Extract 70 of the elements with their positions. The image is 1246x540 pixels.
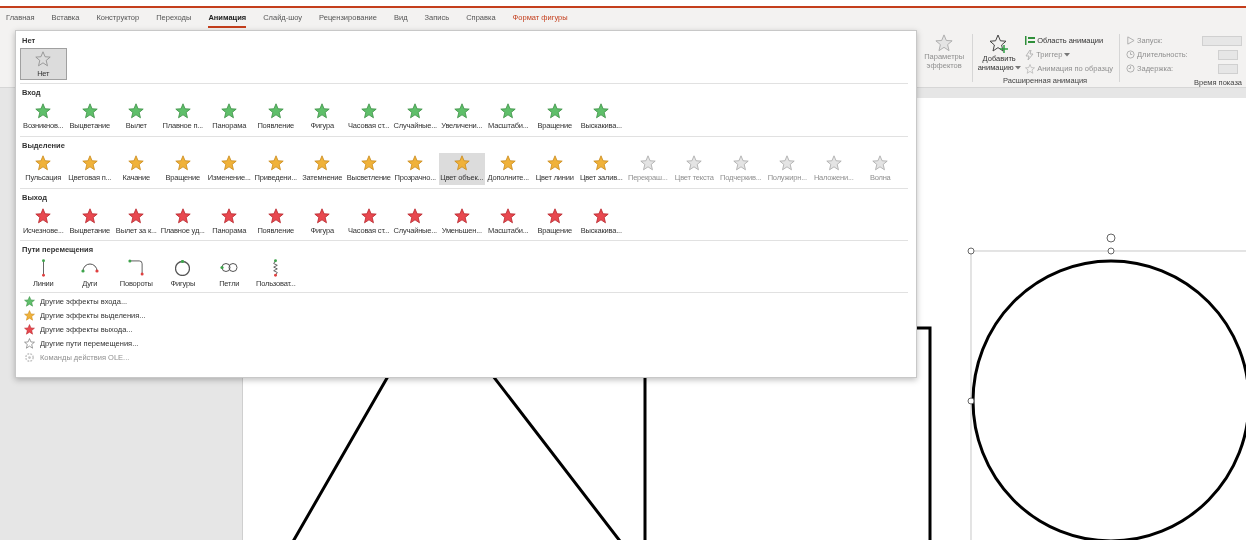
star-icon: [360, 207, 377, 224]
star-icon: [81, 207, 98, 224]
play-icon: [1126, 36, 1135, 45]
timing-field[interactable]: [1218, 49, 1238, 60]
star-icon: [35, 207, 52, 224]
star-icon: [453, 207, 470, 224]
star-icon: [546, 103, 563, 119]
star-icon: [81, 155, 98, 172]
pane-icon: [1025, 36, 1036, 45]
star-brush-icon: [1025, 63, 1036, 74]
path-line-icon: [40, 258, 46, 277]
star-icon: [24, 309, 35, 321]
gear-icon: [24, 351, 35, 363]
star-icon: [546, 155, 563, 172]
path-turn-icon: [128, 259, 145, 277]
star-icon: [24, 295, 35, 307]
star-icon: [174, 103, 191, 119]
star-icon: [500, 155, 517, 172]
star-icon: [500, 103, 517, 119]
star-icon: [686, 155, 703, 172]
star-icon: [360, 155, 377, 172]
star-icon: [314, 207, 331, 224]
star-icon: [639, 155, 656, 172]
path-arc-icon: [80, 262, 99, 273]
star-icon: [593, 155, 610, 172]
lightning-icon: [1025, 49, 1035, 60]
star-icon: [825, 155, 842, 172]
star-icon: [732, 155, 749, 172]
star-icon: [128, 207, 145, 224]
path-loop-icon: [220, 263, 239, 273]
star-icon: [593, 207, 610, 224]
star-icon: [35, 103, 52, 119]
star-icon: [174, 155, 191, 172]
star-icon: [267, 103, 284, 119]
star-icon: [35, 50, 52, 67]
star-icon: [500, 207, 517, 224]
star-icon: [221, 207, 238, 224]
path-shape-icon: [175, 259, 191, 276]
timing-field[interactable]: [1218, 63, 1238, 74]
star-icon: [407, 207, 424, 224]
star-icon: [407, 103, 424, 119]
star-icon: [24, 323, 35, 335]
star-icon: [453, 155, 470, 172]
circle-shape[interactable]: [967, 233, 1246, 540]
star-icon: [314, 155, 331, 172]
star-icon: [593, 103, 610, 119]
path-custom-icon: [272, 258, 280, 277]
star-icon: [267, 207, 284, 224]
star-icon: [267, 155, 284, 172]
star-icon: [128, 103, 145, 119]
star-icon: [174, 207, 191, 224]
star-icon: [360, 103, 377, 119]
star-icon: [779, 155, 796, 172]
star-icon: [81, 103, 98, 119]
star-icon: [546, 207, 563, 224]
star-icon: [221, 155, 238, 172]
timing-field[interactable]: [1202, 35, 1242, 46]
clock-icon: [1126, 50, 1135, 59]
star-icon: [314, 103, 331, 119]
star-icon: [24, 337, 35, 349]
star-icon: [221, 103, 238, 119]
caret-icon: [1014, 65, 1021, 70]
star-icon: [872, 155, 889, 172]
star-plus-icon: [989, 34, 1010, 54]
clock-icon: [1126, 64, 1135, 73]
star-icon: [35, 155, 52, 172]
star-icon: [453, 103, 470, 119]
caret-icon: [1064, 52, 1071, 57]
star-icon: [407, 155, 424, 172]
star-icon: [128, 155, 145, 172]
